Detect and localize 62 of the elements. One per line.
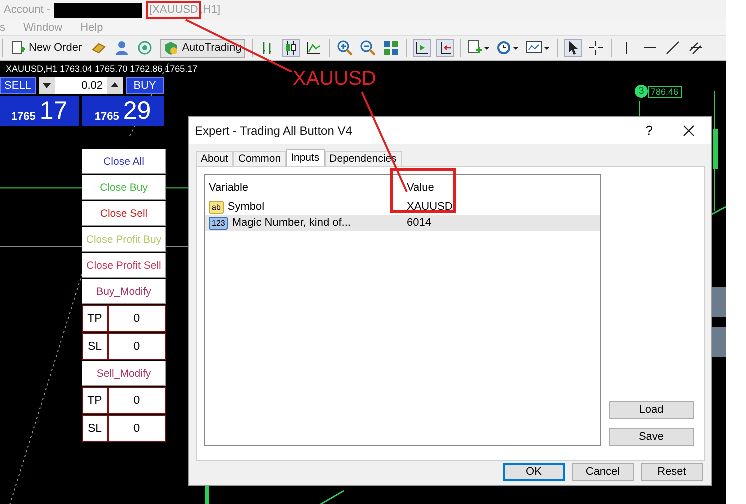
highlighted-window-title-symbol: [XAUUSD [146, 1, 202, 19]
ask-price[interactable]: 1765 29 [82, 96, 164, 126]
template-icon[interactable] [526, 40, 550, 56]
candle [205, 486, 209, 504]
crosshair-icon[interactable] [588, 40, 604, 56]
tab[interactable]: Inputs [286, 149, 325, 166]
autotrading-button[interactable]: AutoTrading [160, 38, 245, 58]
signal-icon[interactable] [137, 40, 154, 56]
person-icon[interactable] [114, 40, 130, 56]
document-plus-icon [12, 40, 26, 56]
dialog-button[interactable]: Reset [641, 463, 703, 481]
close-icon[interactable] [683, 124, 695, 136]
order-marker[interactable]: 3 [635, 85, 648, 98]
trendline-icon[interactable] [664, 40, 681, 56]
bid-price[interactable]: 1765 17 [0, 96, 79, 126]
side-button[interactable]: Load [609, 401, 694, 419]
channel-icon[interactable] [688, 40, 704, 56]
dialog-button[interactable]: Cancel [572, 463, 634, 481]
window-title-timeframe: ,H1] [200, 4, 221, 16]
chart-symbol-info: XAUUSD,H1 1763.04 1765.70 1762.86 1765.17 [6, 64, 198, 74]
column-header[interactable]: Value [404, 182, 600, 194]
variable-name: Symbol [228, 201, 265, 213]
number-type-icon: 123 [209, 216, 228, 230]
side-button[interactable]: Save [609, 428, 694, 446]
shield-icon [163, 40, 180, 56]
window-title: Account - [4, 4, 50, 16]
buy-button[interactable]: BUY [126, 77, 164, 94]
highlight-box [390, 168, 456, 214]
new-chart-icon[interactable] [468, 40, 490, 56]
dialog-button[interactable]: OK [503, 463, 565, 481]
column-header[interactable]: Variable [205, 182, 404, 194]
tab[interactable]: About [196, 151, 234, 166]
zoom-in-icon[interactable] [336, 40, 353, 56]
trade-action-button[interactable]: Close All [82, 149, 166, 174]
candlestick-icon[interactable] [282, 40, 299, 56]
cursor-icon[interactable] [564, 40, 581, 56]
tab[interactable]: Common [233, 151, 286, 166]
zoom-out-icon[interactable] [360, 40, 376, 56]
annotation-label: XAUUSD [293, 68, 376, 91]
ingot-icon[interactable] [91, 41, 108, 55]
dialog-title: Expert - Trading All Button V4 [195, 124, 354, 138]
help-button[interactable]: ? [646, 123, 653, 138]
line-chart-icon[interactable] [306, 40, 322, 56]
autoscroll-icon[interactable] [436, 40, 453, 56]
tile-windows-icon[interactable] [382, 40, 399, 56]
variable-name: Magic Number, kind of... [232, 217, 351, 229]
new-order-button[interactable]: New Order [10, 40, 84, 56]
trade-action-button[interactable]: Close Sell [82, 201, 166, 226]
trade-action-button[interactable]: Sell_Modify [82, 361, 166, 386]
trade-action-button[interactable]: Buy_Modify [82, 279, 166, 304]
chart-shift-icon[interactable] [414, 40, 430, 56]
sell-button[interactable]: SELL [0, 77, 36, 94]
price-label: 786.46 [648, 86, 682, 98]
trendline [320, 490, 344, 504]
trade-action-button[interactable]: Close Profit Sell [82, 253, 166, 278]
clock-icon[interactable] [496, 40, 519, 56]
lot-size-field[interactable]: 0.02 [39, 77, 123, 94]
list-row[interactable]: ab Symbol XAUUSD [205, 199, 600, 215]
variable-value: XAUUSD [406, 201, 454, 213]
list-row[interactable]: 123 Magic Number, kind of... 6014 [205, 215, 600, 231]
variable-value: 6014 [406, 217, 432, 229]
text-type-icon: ab [209, 200, 224, 214]
